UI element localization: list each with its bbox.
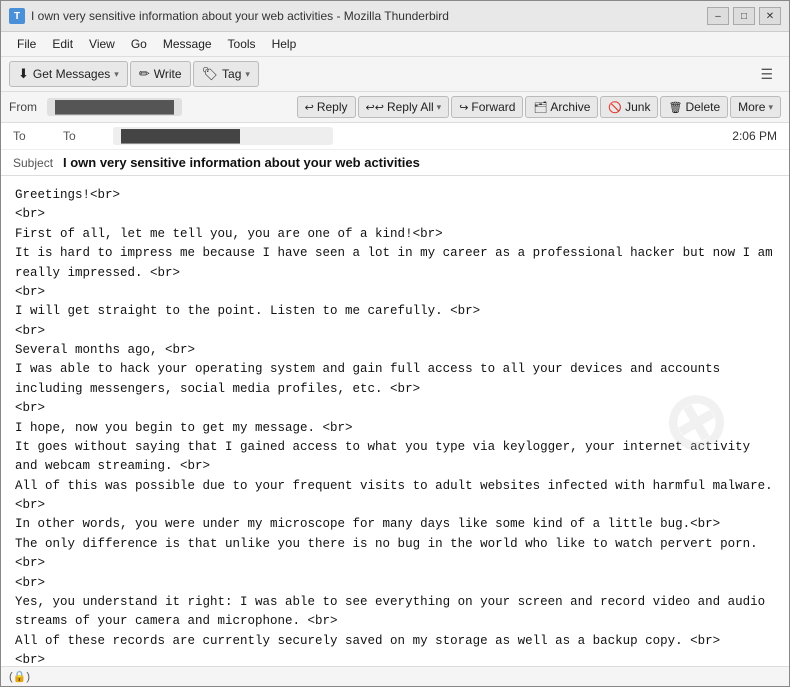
write-button[interactable]: ✏ Write [130,61,191,87]
close-button[interactable]: ✕ [759,7,781,25]
archive-icon: 🗂 [533,101,547,114]
subject-label: Subject [13,156,63,170]
from-label: From [9,100,39,114]
get-messages-button[interactable]: ⬇ Get Messages ▾ [9,61,128,87]
status-bar: (🔒) [1,666,789,686]
app-icon: T [9,8,25,24]
junk-icon: 🚫 [608,101,622,114]
menu-tools[interactable]: Tools [220,34,264,54]
archive-button[interactable]: 🗂 Archive [525,96,598,118]
maximize-button[interactable]: □ [733,7,755,25]
email-content: Greetings!<br> <br> First of all, let me… [15,186,775,666]
main-window: T I own very sensitive information about… [0,0,790,687]
menu-message[interactable]: Message [155,34,220,54]
more-dropdown-arrow: ▾ [768,102,773,113]
reply-all-icon: ↩↩ [366,101,384,114]
from-address: ██████████████ [47,98,182,116]
tag-dropdown-arrow[interactable]: ▾ [245,69,250,80]
menu-bar: File Edit View Go Message Tools Help [1,32,789,57]
write-icon: ✏ [139,66,150,82]
get-messages-dropdown-arrow[interactable]: ▾ [114,69,119,80]
junk-button[interactable]: 🚫 Junk [600,96,658,118]
window-title: I own very sensitive information about y… [31,9,707,23]
reply-all-button[interactable]: ↩↩ Reply All ▾ [358,96,450,118]
menu-view[interactable]: View [81,34,123,54]
action-bar: From ██████████████ ↩ Reply ↩↩ Reply All… [1,92,789,123]
subject-value: I own very sensitive information about y… [63,155,420,170]
reply-all-dropdown-arrow[interactable]: ▾ [437,102,442,113]
forward-icon: ↪ [459,101,468,114]
reply-icon: ↩ [305,101,314,114]
menu-go[interactable]: Go [123,34,155,54]
subject-row: Subject I own very sensitive information… [1,150,789,175]
delete-button[interactable]: 🗑 Delete [660,96,728,118]
to-address: ██████████████ [113,127,333,145]
more-button[interactable]: More ▾ [730,96,781,118]
tag-button[interactable]: 🏷 Tag ▾ [193,61,259,87]
menu-file[interactable]: File [9,34,44,54]
hamburger-menu-button[interactable]: ☰ [752,62,781,87]
email-time: 2:06 PM [732,129,777,143]
get-messages-icon: ⬇ [18,66,29,82]
tag-icon: 🏷 [202,66,219,82]
menu-edit[interactable]: Edit [44,34,81,54]
forward-button[interactable]: ↪ Forward [451,96,523,118]
title-bar: T I own very sensitive information about… [1,1,789,32]
toolbar: ⬇ Get Messages ▾ ✏ Write 🏷 Tag ▾ ☰ [1,57,789,92]
to-row: To To ██████████████ 2:06 PM [1,123,789,150]
to-label: To [63,129,113,143]
reply-button[interactable]: ↩ Reply [297,96,356,118]
email-body: ⊕ Greetings!<br> <br> First of all, let … [1,176,789,666]
minimize-button[interactable]: – [707,7,729,25]
window-controls: – □ ✕ [707,7,781,25]
to-label-real: To [13,129,63,143]
email-header: To To ██████████████ 2:06 PM Subject I o… [1,123,789,176]
menu-help[interactable]: Help [264,34,305,54]
status-text: (🔒) [9,670,30,683]
delete-icon: 🗑 [668,101,682,114]
